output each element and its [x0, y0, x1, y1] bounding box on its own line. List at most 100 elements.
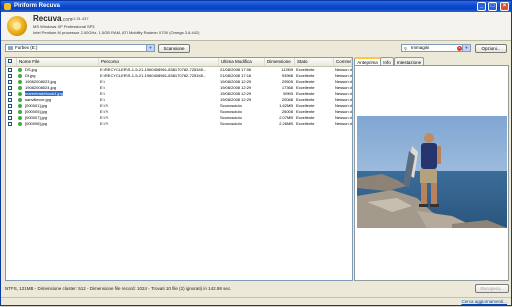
cell-path-text: E:\?\	[100, 109, 109, 114]
cell-path-text: E:\	[100, 79, 105, 84]
status-dot-icon	[18, 110, 22, 114]
cell-modified-text: 19/08/2008 12:29	[220, 85, 252, 90]
status-dot-icon	[18, 80, 22, 84]
cell-comment-text: Nessun du	[335, 91, 352, 96]
header-select-all[interactable]	[6, 58, 17, 66]
row-checkbox[interactable]	[8, 86, 12, 90]
status-dot-icon	[18, 74, 22, 78]
cell-size-text: 20068	[281, 97, 293, 102]
preview-pane	[354, 65, 509, 281]
cell-modified-text: 21/08/2008 17:16	[220, 73, 252, 78]
cell-state-text: Eccellente	[296, 67, 315, 72]
preview-photo	[357, 116, 507, 228]
cell-state-text: Eccellente	[296, 79, 315, 84]
cell-state-text: Eccellente	[296, 103, 315, 108]
brand-name: Recuva	[33, 14, 62, 23]
cell-modified-text: 19/08/2008 12:29	[220, 79, 252, 84]
status-bar: NTFS, 121MB - Dimensione cluster: 512 - …	[5, 286, 232, 291]
cell-path-text: E:\	[100, 85, 105, 90]
cell-comment-text: Nessun du	[335, 115, 352, 120]
drive-select-value: Furbex (E:)	[15, 45, 38, 50]
cell-modified-text: 19/08/2008 12:29	[220, 97, 252, 102]
cell-name-text: Df.jpg	[25, 73, 36, 78]
chevron-down-icon[interactable]: ▼	[462, 45, 470, 51]
minimize-button[interactable]: _	[477, 2, 486, 11]
cell-state-text: Eccellente	[296, 115, 315, 120]
cell-comment-text: Nessun du	[335, 103, 352, 108]
cell-comment-text: Nessun du	[335, 79, 352, 84]
version-label: v1.31.437	[71, 16, 89, 21]
column-header-path[interactable]: Percorso	[99, 58, 219, 66]
row-checkbox[interactable]	[8, 104, 12, 108]
column-header-name[interactable]: Nome File	[17, 58, 99, 66]
cell-size-text: 2.07MB	[279, 115, 293, 120]
cell-path-text: E:\?\	[100, 103, 109, 108]
cell-size-text: 1.62MB	[279, 103, 293, 108]
recuva-logo-icon	[7, 16, 27, 36]
title-bar[interactable]: Piriform Recuva _ □ ×	[1, 1, 511, 12]
drive-select[interactable]: Furbex (E:) ▼	[5, 44, 155, 52]
cell-comment-text: Nessun du	[335, 121, 352, 126]
table-row[interactable]: [000008].jpg E:\?\ Sconosciuto 2.26MB Eccell…	[6, 121, 352, 127]
app-icon	[4, 3, 11, 10]
row-checkbox[interactable]	[8, 68, 12, 72]
column-header-comment[interactable]: Commento	[334, 58, 352, 66]
cell-name: [000008].jpg	[24, 121, 99, 127]
cell-comment-text: Nessun du	[335, 73, 352, 78]
cell-size-text: 59KB	[283, 91, 293, 96]
status-dot-icon	[18, 122, 22, 126]
row-checkbox[interactable]	[8, 98, 12, 102]
cell-path-text: E:\	[100, 97, 105, 102]
cell-path-text: E:\RECYCLER\S-1-5-21-1960408961-83817078…	[100, 73, 207, 78]
close-button[interactable]: ×	[500, 2, 509, 11]
cell-name-text: [000008].jpg	[25, 121, 48, 126]
cell-size-text: 2.26MB	[279, 121, 293, 126]
cell-modified-text: Sconosciuto	[220, 109, 242, 114]
cell-modified: Sconosciuto	[219, 121, 265, 127]
column-header-modified[interactable]: Ultima Modifica	[219, 58, 265, 66]
table-header: Nome File Percorso Ultima Modifica Dimen…	[6, 58, 352, 67]
cell-modified-text: 21/08/2008 17:06	[220, 67, 252, 72]
column-header-size[interactable]: Dimensione	[265, 58, 295, 66]
status-dot-icon	[18, 86, 22, 90]
hardware-info: Intel Pentium M processor 2.00GHz, 1,5GB…	[33, 30, 200, 35]
select-all-checkbox[interactable]	[8, 59, 12, 63]
row-checkbox[interactable]	[8, 74, 12, 78]
filter-select-value: Immagini	[411, 45, 430, 50]
cell-path-text: E:\RECYCLER\S-1-5-21-1960408961-83817078…	[100, 67, 207, 72]
cell-comment: Nessun du	[334, 121, 352, 127]
status-dot-icon	[18, 116, 22, 120]
row-checkbox[interactable]	[8, 122, 12, 126]
os-info: MS Windows XP Professional SP3	[33, 24, 95, 29]
cell-path-text: E:\?\	[100, 115, 109, 120]
window-title: Piriform Recuva	[14, 3, 61, 9]
cell-path-text: E:\?\	[100, 121, 109, 126]
status-dot-icon	[18, 104, 22, 108]
cell-state-text: Eccellente	[296, 97, 315, 102]
magnifier-icon: ⚲	[404, 46, 407, 51]
check-updates-link[interactable]: Cerca aggiornamenti...	[461, 299, 507, 305]
cell-state-text: Eccellente	[296, 85, 315, 90]
status-dot-icon	[18, 98, 22, 102]
cell-modified-text: Sconosciuto	[220, 115, 242, 120]
maximize-button[interactable]: □	[488, 2, 497, 11]
column-header-state[interactable]: Stato	[295, 58, 334, 66]
filter-select[interactable]: ⚲ Immagini × ▼	[401, 44, 471, 52]
row-checkbox[interactable]	[8, 116, 12, 120]
scan-button[interactable]: Scansione	[158, 44, 190, 53]
row-checkbox[interactable]	[8, 92, 12, 96]
cell-name-text: mareetradebook4.jpg	[25, 91, 63, 96]
options-button[interactable]: Opzioni...	[475, 44, 507, 53]
cell-comment-text: Nessun du	[335, 85, 352, 90]
cell-modified-text: Sconosciuto	[220, 103, 242, 108]
row-checkbox[interactable]	[8, 110, 12, 114]
chevron-down-icon[interactable]: ▼	[146, 45, 154, 51]
cell-name-text: [000001].jpg	[25, 103, 48, 108]
cell-path-text: E:\	[100, 91, 105, 96]
cell-comment-text: Nessun du	[335, 67, 352, 72]
recover-button[interactable]: Recupera...	[475, 284, 509, 293]
cell-name-text: [000007].jpg	[25, 115, 48, 120]
row-checkbox[interactable]	[8, 80, 12, 84]
results-table[interactable]: Nome File Percorso Ultima Modifica Dimen…	[5, 57, 353, 281]
cell-comment-text: Nessun du	[335, 109, 352, 114]
